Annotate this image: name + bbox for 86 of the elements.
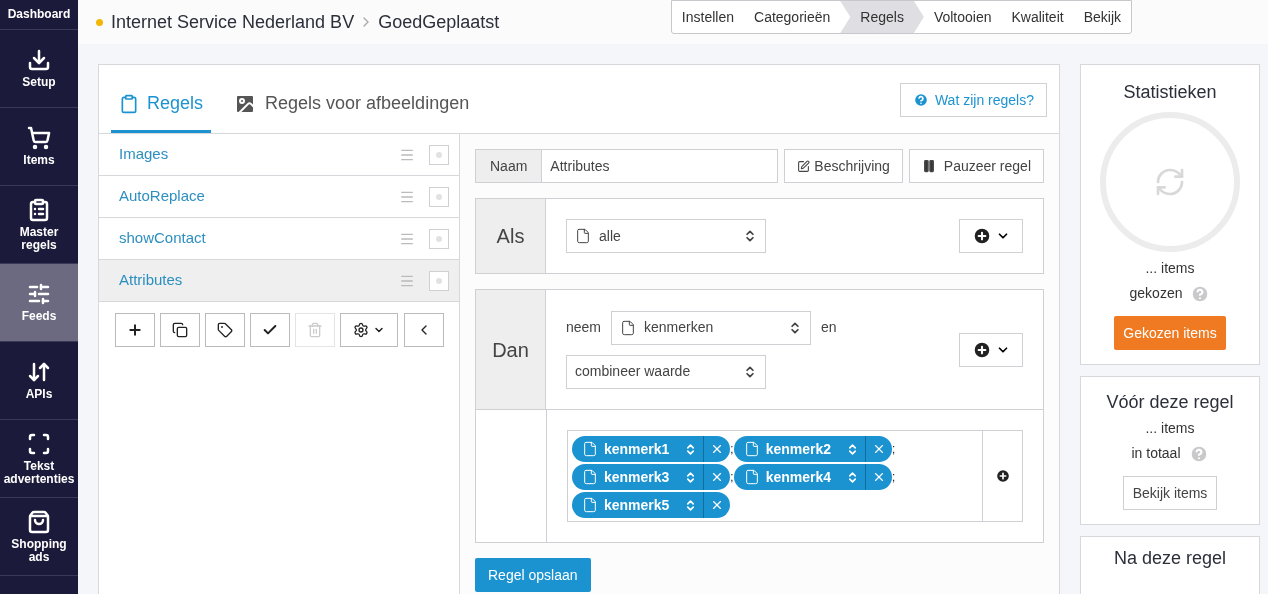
file-icon [620, 319, 637, 336]
bag-icon [27, 509, 51, 534]
separator-text: ; [891, 440, 896, 459]
view-items-button[interactable]: Bekijk items [1122, 476, 1218, 510]
sidebar-item[interactable]: Tekst advertenties [0, 420, 78, 498]
updown-icon [743, 229, 757, 243]
count-label: gekozen [1129, 284, 1183, 303]
updown-icon [684, 442, 697, 456]
file-icon [743, 441, 760, 457]
updown-icon [743, 364, 757, 379]
help-button[interactable]: Wat zijn regels? [899, 83, 1047, 117]
pause-icon [921, 159, 936, 173]
toggle-checkbox[interactable] [429, 144, 449, 165]
sidebar-item[interactable]: Shopping ads [0, 498, 78, 576]
file-icon [582, 441, 598, 457]
separator-text: ; [891, 468, 896, 487]
count-label: in totaal [1131, 444, 1181, 463]
download-icon [27, 48, 51, 72]
sliders-icon [27, 282, 51, 306]
toolbar-button[interactable] [340, 313, 398, 347]
tab[interactable]: Regels voor afbeeldingen [225, 77, 478, 133]
name-field[interactable]: Attributes [542, 149, 779, 183]
arrows-icon [27, 360, 51, 384]
scan-icon [27, 431, 51, 456]
then-label: Dan [476, 290, 546, 409]
step-tab[interactable]: Voltooien [923, 1, 1002, 33]
step-tab[interactable]: Categorieën [744, 1, 841, 33]
plus-circle-icon [994, 468, 1011, 484]
tag-icon [217, 322, 233, 338]
toolbar-button[interactable] [115, 313, 155, 347]
edit-icon [797, 159, 811, 173]
select-field[interactable]: kenmerken [611, 310, 812, 345]
step-tab[interactable]: Kwaliteit [1001, 1, 1074, 33]
copy-icon [172, 322, 188, 338]
card-title: Statistieken [1123, 81, 1217, 104]
add-dropdown[interactable] [959, 332, 1023, 367]
remove-icon [710, 442, 724, 456]
step-tab[interactable]: Regels [840, 1, 924, 33]
help-icon[interactable] [1190, 283, 1211, 304]
sidebar-item[interactable]: APIs [0, 342, 78, 420]
help-icon[interactable] [1188, 443, 1209, 464]
remove-icon [710, 470, 724, 484]
cart-icon [27, 126, 51, 150]
toolbar-button[interactable] [160, 313, 200, 347]
plus-circle-icon [972, 226, 992, 246]
file-icon [575, 228, 591, 244]
toolbar-button[interactable] [205, 313, 245, 347]
clipboard-icon [119, 93, 139, 114]
updown-icon [684, 498, 697, 512]
file-icon [743, 469, 760, 485]
sidebar-item[interactable]: Feeds [0, 264, 78, 342]
toggle-checkbox[interactable] [429, 228, 449, 249]
sidebar-item[interactable]: Setup [0, 30, 78, 108]
pause-button[interactable]: Pauzeer regel [908, 149, 1044, 183]
separator-text: ; [730, 468, 734, 487]
item-count: ... items [1145, 419, 1195, 438]
separator-text: ; [730, 440, 734, 459]
gear-icon [353, 322, 369, 338]
if-label: Als [476, 199, 546, 273]
toggle-checkbox[interactable] [429, 270, 449, 291]
and-label: en [821, 318, 837, 337]
take-label: neem [566, 318, 602, 337]
name-label: Naam [475, 149, 543, 183]
plus-circle-icon [972, 339, 992, 360]
breadcrumb-item: GoedGeplaatst [378, 10, 500, 34]
trash-icon [307, 322, 323, 338]
plus-icon [127, 322, 143, 338]
card-title: Vóór deze regel [1106, 391, 1234, 414]
add-dropdown[interactable] [959, 219, 1023, 253]
toggle-checkbox[interactable] [429, 186, 449, 207]
sidebar-item[interactable]: Items [0, 108, 78, 186]
item-count: ... items [1145, 259, 1195, 278]
description-button[interactable]: Beschrijving [784, 149, 903, 183]
clipboard-icon [27, 197, 51, 222]
refresh-icon [1154, 166, 1186, 198]
card-title: Na deze regel [1113, 547, 1227, 570]
select-field[interactable]: combineer waarde [566, 354, 766, 389]
select-field[interactable]: alle [566, 219, 766, 253]
updown-icon [684, 470, 697, 484]
step-tab[interactable]: Instellen [671, 1, 744, 33]
step-tab[interactable]: Bekijk [1073, 1, 1131, 33]
breadcrumb-item[interactable]: Internet Service Nederland BV [111, 8, 355, 36]
file-icon [582, 497, 598, 513]
help-icon [912, 92, 929, 108]
remove-icon [710, 498, 724, 512]
file-icon [582, 469, 598, 485]
